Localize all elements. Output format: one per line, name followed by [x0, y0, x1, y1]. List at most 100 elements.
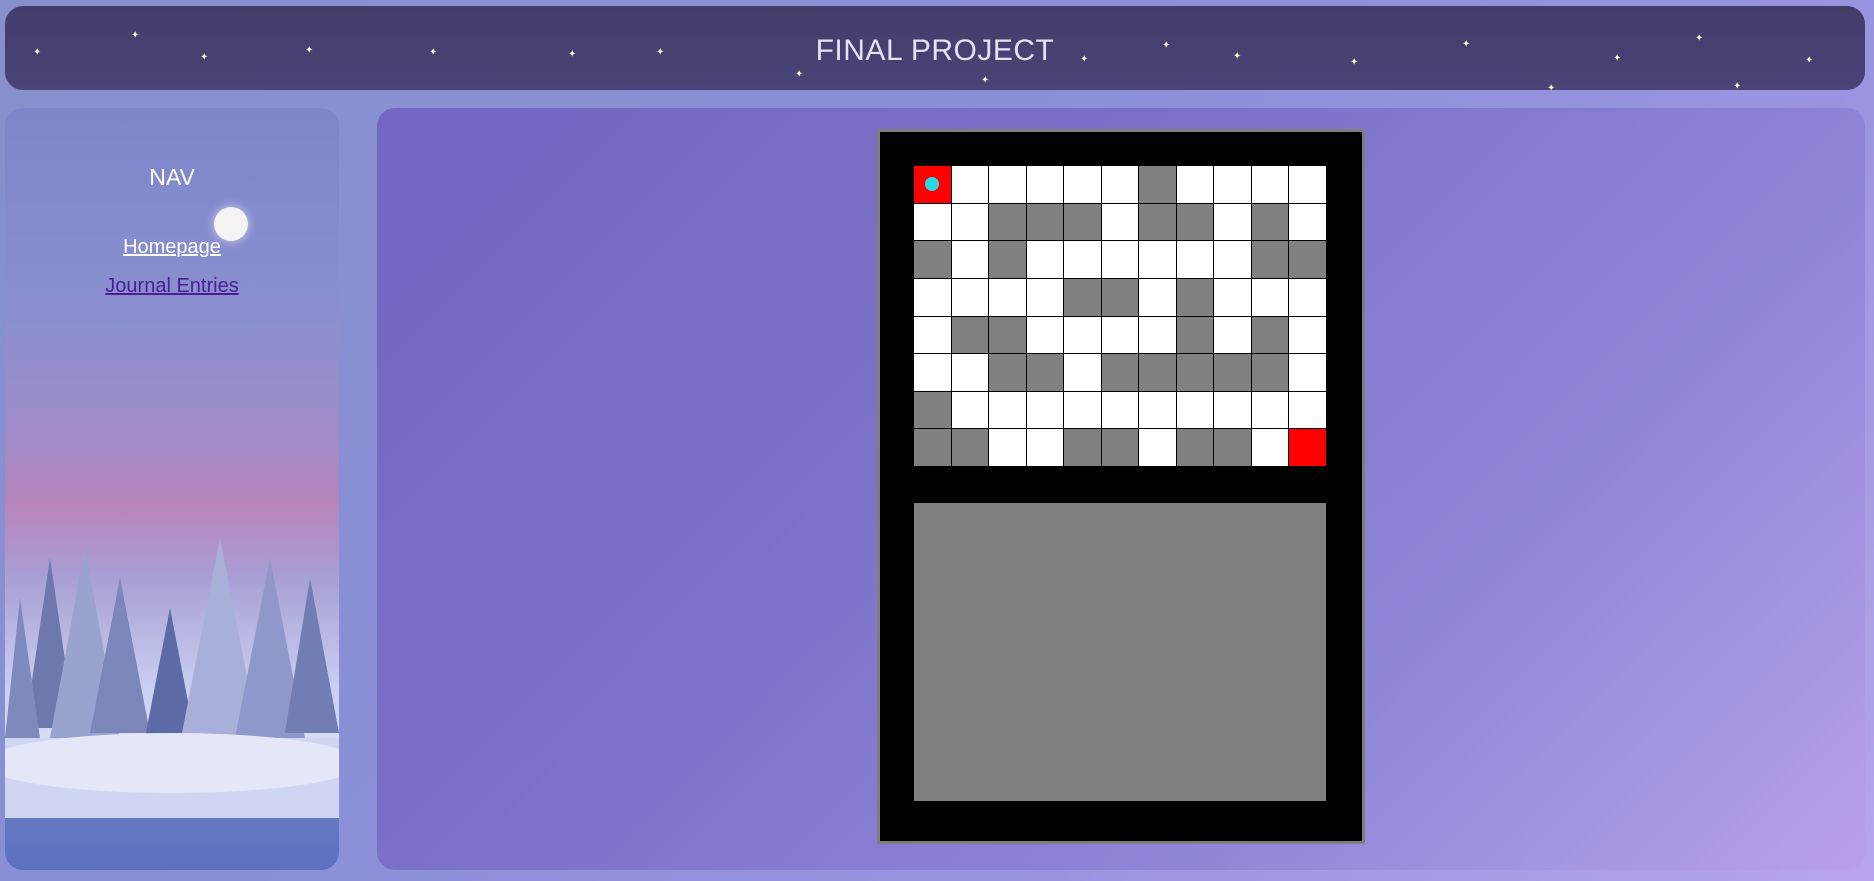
maze-cell-wall	[1139, 203, 1176, 241]
game-canvas[interactable]	[877, 129, 1365, 844]
maze-cell-path	[1101, 166, 1139, 203]
maze-cell-wall	[989, 203, 1026, 241]
maze-cell-wall	[1026, 354, 1064, 391]
star-icon: ✦	[1733, 81, 1742, 91]
star-icon: ✦	[981, 75, 990, 86]
maze-cell-wall	[1064, 429, 1101, 466]
maze-cell-wall	[951, 316, 989, 354]
maze-cell-path	[1064, 354, 1101, 391]
maze-cell-path	[1251, 429, 1289, 466]
maze-cell-path	[951, 278, 989, 316]
maze-cell-wall	[951, 429, 989, 466]
maze-cell-wall	[1176, 429, 1214, 466]
maze-cell-path	[1214, 316, 1251, 354]
maze-cell-wall	[989, 316, 1026, 354]
maze-cell-path	[1251, 391, 1289, 429]
maze-grid	[914, 166, 1326, 466]
maze-cell-path	[1289, 166, 1326, 203]
snowy-trees-icon	[5, 538, 339, 818]
maze-cell-wall	[1251, 241, 1289, 278]
maze-cell-path	[1289, 316, 1326, 354]
maze-cell-path	[1026, 391, 1064, 429]
maze-cell-wall	[914, 391, 951, 429]
maze-cell-path	[1214, 278, 1251, 316]
maze-cell-path	[1289, 203, 1326, 241]
maze-cell-wall	[1176, 354, 1214, 391]
maze-cell-wall	[1289, 241, 1326, 278]
maze-cell-path	[1026, 278, 1064, 316]
maze-cell-path	[914, 203, 951, 241]
maze-cell-path	[1139, 391, 1176, 429]
maze-cell-path	[951, 354, 989, 391]
maze-cell-path	[1101, 241, 1139, 278]
maze-cell-path	[951, 166, 989, 203]
maze-cell-path	[989, 429, 1026, 466]
maze-cell-path	[914, 354, 951, 391]
maze-cell-path	[1064, 316, 1101, 354]
maze-cell-path	[1176, 391, 1214, 429]
maze-cell-path	[1289, 391, 1326, 429]
maze-cell-path	[951, 203, 989, 241]
maze-cell-path	[1101, 203, 1139, 241]
maze-cell-wall	[1101, 278, 1139, 316]
maze-cell-goal	[1289, 429, 1326, 466]
maze-cell-path	[1289, 354, 1326, 391]
maze-cell-wall	[1064, 278, 1101, 316]
maze-cell-path	[1139, 429, 1176, 466]
maze-cell-path	[1026, 241, 1064, 278]
maze-cell-path	[989, 278, 1026, 316]
maze-cell-wall	[1139, 166, 1176, 203]
nav-heading: NAV	[149, 164, 195, 190]
maze-cell-wall	[1214, 429, 1251, 466]
maze-cell-path	[914, 278, 951, 316]
maze-cell-wall	[1251, 354, 1289, 391]
maze-cell-wall	[1176, 203, 1214, 241]
maze-cell-path	[1101, 316, 1139, 354]
maze-cell-wall	[1064, 203, 1101, 241]
maze-cell-path	[1064, 241, 1101, 278]
maze-cell-wall	[1214, 354, 1251, 391]
page-title: FINAL PROJECT	[815, 34, 1055, 67]
maze-cell-path	[1214, 241, 1251, 278]
maze-cell-wall	[1101, 429, 1139, 466]
maze-cell-path	[1026, 429, 1064, 466]
maze-cell-wall	[989, 354, 1026, 391]
player-icon	[925, 177, 940, 192]
maze-cell-wall	[1251, 203, 1289, 241]
maze-cell-path	[1214, 391, 1251, 429]
maze-cell-path	[1176, 241, 1214, 278]
maze-cell-path	[951, 241, 989, 278]
nav-link-journal-entries[interactable]: Journal Entries	[5, 275, 339, 298]
maze-cell-wall	[1026, 203, 1064, 241]
maze-cell-wall	[914, 429, 951, 466]
maze-cell-path	[1026, 316, 1064, 354]
maze-cell-path	[951, 391, 989, 429]
maze-cell-path	[1064, 391, 1101, 429]
maze-cell-wall	[1139, 354, 1176, 391]
sidebar-nav: NAV Homepage Journal Entries	[5, 108, 339, 870]
header-banner: ✦ ✦ ✦ ✦ ✦ ✦ ✦ ✦ ✦ ✦ ✦ ✦ ✦ ✦ ✦ ✦ ✦ ✦ ✦ FI…	[5, 6, 1865, 90]
maze-cell-wall	[1251, 316, 1289, 354]
game-info-panel	[914, 503, 1326, 801]
maze-cell-path	[989, 391, 1026, 429]
maze-cell-wall	[1176, 316, 1214, 354]
maze-cell-path	[914, 316, 951, 354]
maze-cell-path	[1026, 166, 1064, 203]
maze-cell-path	[1289, 278, 1326, 316]
maze-cell-wall	[989, 241, 1026, 278]
maze-cell-path	[1064, 166, 1101, 203]
star-icon: ✦	[1547, 83, 1556, 91]
maze-cell-wall	[1101, 354, 1139, 391]
maze-cell-path	[1176, 166, 1214, 203]
maze-cell-path	[1251, 278, 1289, 316]
maze-cell-wall	[1176, 278, 1214, 316]
nav-link-homepage[interactable]: Homepage	[5, 236, 339, 259]
maze-cell-start	[914, 166, 951, 203]
maze-cell-path	[989, 166, 1026, 203]
maze-cell-path	[1139, 241, 1176, 278]
maze-cell-path	[1214, 166, 1251, 203]
maze-cell-path	[1139, 278, 1176, 316]
maze-cell-wall	[914, 241, 951, 278]
maze-cell-path	[1251, 166, 1289, 203]
maze-cell-path	[1101, 391, 1139, 429]
